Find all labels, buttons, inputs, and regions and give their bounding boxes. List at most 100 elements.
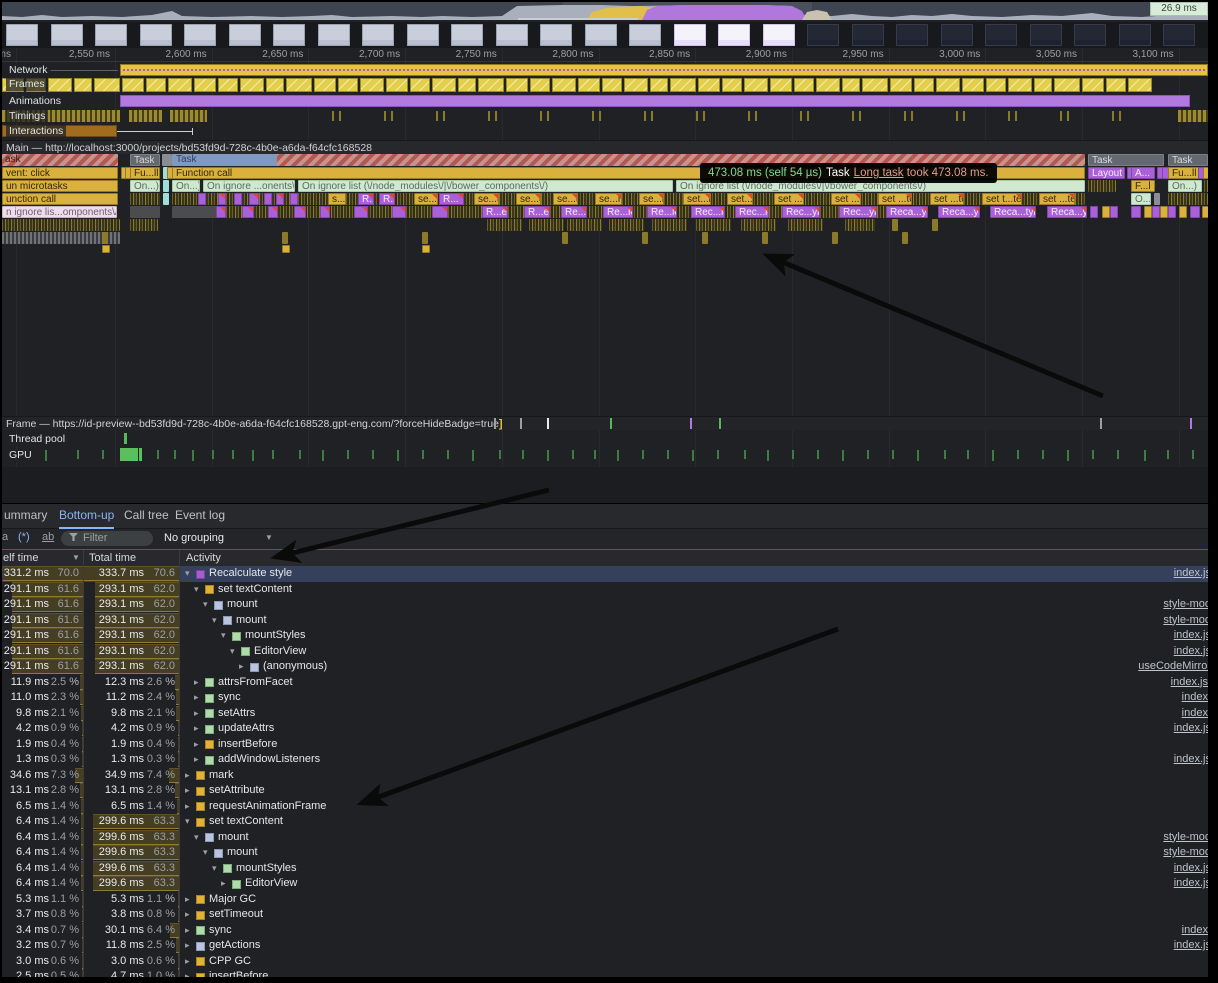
- filmstrip-frame[interactable]: [674, 24, 706, 46]
- filmstrip-frame[interactable]: [318, 24, 350, 46]
- filmstrip-frame[interactable]: [362, 24, 394, 46]
- flame-fragment[interactable]: [1154, 193, 1160, 205]
- flame-fragment[interactable]: [163, 193, 169, 205]
- flame-fragment[interactable]: [1179, 206, 1187, 218]
- network-request-bar[interactable]: [120, 64, 1208, 76]
- filmstrip-frame[interactable]: [807, 24, 839, 46]
- flame-fragment[interactable]: [567, 219, 602, 231]
- frame-item-partial[interactable]: [842, 78, 860, 92]
- flame-fragment[interactable]: [902, 232, 908, 244]
- filmstrip-frame[interactable]: [585, 24, 617, 46]
- frame-item-partial[interactable]: [744, 78, 768, 92]
- cpu-overview-strip[interactable]: [2, 2, 1208, 20]
- table-row[interactable]: 6.4 ms1.4 %299.6 ms63.3 %▾mountstyle-mod: [2, 830, 1208, 846]
- frame-item-partial[interactable]: [962, 78, 984, 92]
- activity-label[interactable]: insertBefore: [218, 737, 277, 753]
- flame-fragment[interactable]: [609, 219, 644, 231]
- flame-bar[interactable]: set ...ent: [831, 193, 861, 205]
- flame-fragment[interactable]: [1168, 193, 1208, 205]
- frame-item-partial[interactable]: [1128, 78, 1152, 92]
- flame-bar[interactable]: se...t: [516, 193, 541, 205]
- filmstrip-frame[interactable]: [6, 24, 38, 46]
- activity-label[interactable]: attrsFromFacet: [218, 675, 293, 691]
- source-link[interactable]: index.js: [1174, 644, 1208, 660]
- frame-item-partial[interactable]: [338, 78, 358, 92]
- collapse-arrow-icon[interactable]: ▸: [185, 768, 190, 784]
- flame-bar[interactable]: R...: [439, 193, 464, 205]
- flame-bar[interactable]: set t...tent: [982, 193, 1022, 205]
- regex-icon[interactable]: (*): [18, 531, 30, 543]
- flame-fragment[interactable]: [845, 219, 875, 231]
- table-row[interactable]: 13.1 ms2.8 %13.1 ms2.8 %▸setAttribute: [2, 783, 1208, 799]
- table-row[interactable]: 9.8 ms2.1 %9.8 ms2.1 %▸setAttrsindex.: [2, 706, 1208, 722]
- frame-item-partial[interactable]: [624, 78, 648, 92]
- frame-item-partial[interactable]: [770, 78, 792, 92]
- activity-label[interactable]: setAttribute: [209, 783, 265, 799]
- frame-item-partial[interactable]: [458, 78, 476, 92]
- flame-bar[interactable]: unction call: [2, 193, 118, 205]
- flame-fragment[interactable]: [130, 193, 160, 205]
- tab-summary[interactable]: ummary: [4, 504, 47, 527]
- activity-label[interactable]: Recalculate style: [209, 566, 292, 582]
- source-link[interactable]: index.js: [1174, 721, 1208, 737]
- match-case-icon[interactable]: a: [2, 531, 8, 543]
- frame-item-partial[interactable]: [410, 78, 430, 92]
- filmstrip-frame[interactable]: [1074, 24, 1106, 46]
- match-whole-word-icon[interactable]: ab: [42, 531, 54, 543]
- table-row[interactable]: 11.9 ms2.5 %12.3 ms2.6 %▸attrsFromFaceti…: [2, 675, 1208, 691]
- filmstrip-frame[interactable]: [852, 24, 884, 46]
- frame-item-partial[interactable]: [1106, 78, 1126, 92]
- flame-fragment[interactable]: [832, 232, 838, 244]
- filmstrip-frame[interactable]: [451, 24, 483, 46]
- source-link[interactable]: index.: [1182, 690, 1208, 706]
- flame-fragment[interactable]: [1131, 206, 1141, 218]
- table-row[interactable]: 1.3 ms0.3 %1.3 ms0.3 %▸addWindowListener…: [2, 752, 1208, 768]
- frame-item-partial[interactable]: [94, 78, 120, 92]
- filmstrip-frame[interactable]: [718, 24, 750, 46]
- flame-fragment[interactable]: [652, 219, 687, 231]
- collapse-arrow-icon[interactable]: ▸: [185, 969, 190, 977]
- table-row[interactable]: 291.1 ms61.6 %293.1 ms62.0 %▸(anonymous)…: [2, 659, 1208, 675]
- table-row[interactable]: 11.0 ms2.3 %11.2 ms2.4 %▸syncindex.: [2, 690, 1208, 706]
- activity-label[interactable]: sync: [218, 690, 241, 706]
- grouping-select[interactable]: No grouping: [164, 531, 224, 546]
- flame-bar[interactable]: O...: [1131, 193, 1151, 205]
- filmstrip-frame[interactable]: [896, 24, 928, 46]
- activity-label[interactable]: sync: [209, 923, 232, 939]
- activity-label[interactable]: insertBefore: [209, 969, 268, 977]
- flame-bar[interactable]: Task: [1088, 154, 1164, 166]
- flame-fragment[interactable]: [268, 206, 278, 218]
- flame-bar[interactable]: Rec...yle: [782, 206, 820, 218]
- filmstrip-frame[interactable]: [184, 24, 216, 46]
- frame-item-partial[interactable]: [122, 78, 144, 92]
- flame-bar[interactable]: Reca...yle: [886, 206, 928, 218]
- table-row[interactable]: 291.1 ms61.6 %293.1 ms62.0 %▾mountstyle-…: [2, 613, 1208, 629]
- frame-item-partial[interactable]: [670, 78, 696, 92]
- activity-label[interactable]: set textContent: [209, 814, 283, 830]
- frame-item-partial[interactable]: [266, 78, 284, 92]
- table-row[interactable]: 6.4 ms1.4 %299.6 ms63.3 %▾mountStylesind…: [2, 861, 1208, 877]
- frame-item-partial[interactable]: [862, 78, 888, 92]
- table-row[interactable]: 3.4 ms0.7 %30.1 ms6.4 %▸syncindex.: [2, 923, 1208, 939]
- flame-bar[interactable]: se...nt: [639, 193, 664, 205]
- filmstrip-frame[interactable]: [229, 24, 261, 46]
- flame-bar[interactable]: On ignore ...onents\/): [203, 180, 295, 192]
- filmstrip-frame[interactable]: [273, 24, 305, 46]
- source-link[interactable]: index.js: [1174, 752, 1208, 768]
- frame-item-partial[interactable]: [48, 78, 72, 92]
- flame-bar[interactable]: Reca...tyle: [990, 206, 1036, 218]
- flame-bar[interactable]: se...nt: [595, 193, 622, 205]
- flame-bar[interactable]: Reca...yle: [1047, 206, 1087, 218]
- flame-bar[interactable]: Task: [130, 154, 160, 166]
- flame-bar[interactable]: n ignore lis...omponents\/): [2, 206, 117, 218]
- collapse-arrow-icon[interactable]: ▸: [194, 675, 199, 691]
- frame-item-partial[interactable]: [890, 78, 912, 92]
- filmstrip-frame[interactable]: [629, 24, 661, 46]
- flame-fragment[interactable]: [198, 193, 206, 205]
- collapse-arrow-icon[interactable]: ▸: [185, 938, 190, 954]
- source-link[interactable]: index.js: [1174, 938, 1208, 954]
- expand-arrow-icon[interactable]: ▾: [230, 644, 235, 660]
- flame-bar[interactable]: set ...tent: [1039, 193, 1075, 205]
- frame-item-partial[interactable]: [286, 78, 312, 92]
- flame-bar[interactable]: Layout: [1088, 167, 1125, 179]
